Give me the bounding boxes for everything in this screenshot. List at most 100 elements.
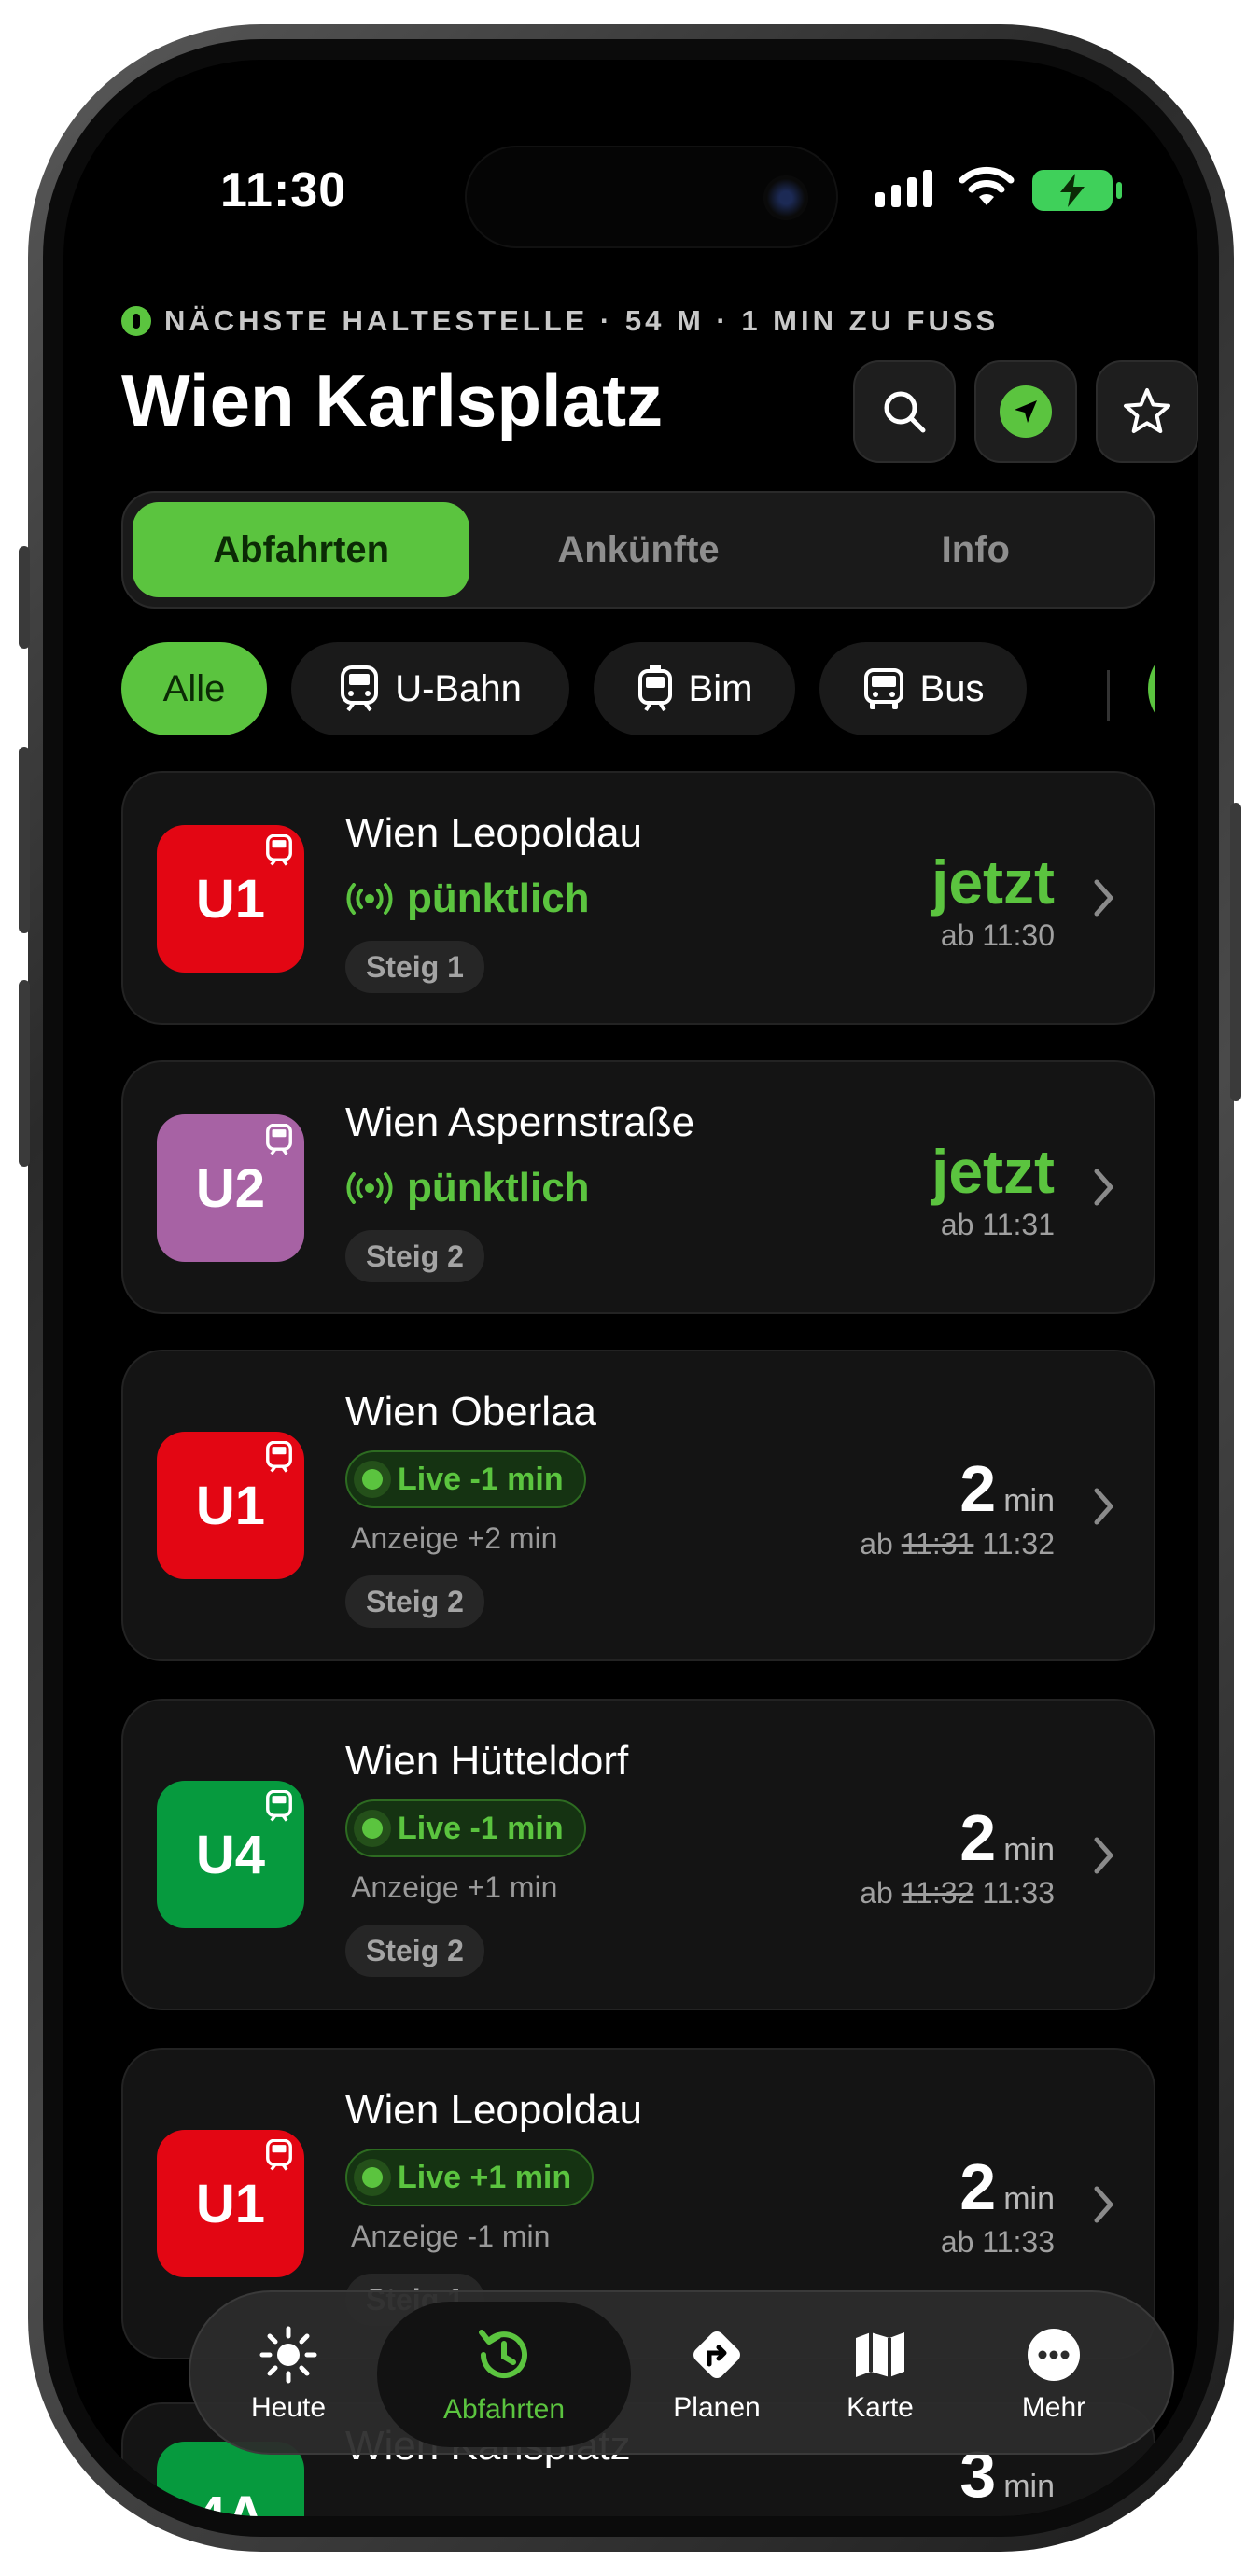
- chip-ubahn[interactable]: U-Bahn: [291, 642, 569, 735]
- destination: Wien Leopoldau: [345, 2087, 643, 2133]
- mode-filter-chips: Alle U-Bahn Bim Bus Al: [121, 642, 1155, 735]
- location-pin-icon: [121, 306, 151, 336]
- live-delay-label: Live -1 min: [398, 1461, 564, 1497]
- line-badge-label: U1: [195, 1475, 266, 1536]
- minutes-value: 2: [959, 1452, 997, 1525]
- tab-heute[interactable]: Heute: [209, 2292, 368, 2457]
- destination: Wien Leopoldau: [345, 810, 643, 856]
- chevron-right-icon: [1094, 1169, 1113, 1206]
- expected-time: 11:32: [982, 1527, 1055, 1561]
- subway-mini-icon: [266, 834, 292, 866]
- tab-abfahrten[interactable]: Abfahrten: [133, 502, 470, 597]
- tab-karte-label: Karte: [847, 2392, 914, 2423]
- dynamic-island: [465, 146, 838, 248]
- view-segmented-control: Abfahrten Ankünfte Info: [121, 491, 1155, 609]
- tab-abfahrten-label: Abfahrten: [442, 2394, 566, 2425]
- departure-row[interactable]: U4 Wien Hütteldorf Live -1 min Anzeige +…: [121, 1699, 1155, 2010]
- live-dot-icon: [362, 2167, 383, 2188]
- chip-al[interactable]: Al: [1148, 642, 1155, 735]
- live-delay-label: Live +1 min: [398, 2159, 572, 2195]
- departure-now: jetzt: [931, 847, 1055, 917]
- ab-prefix: ab: [860, 1876, 893, 1910]
- realtime-status: pünktlich: [345, 1165, 590, 1211]
- live-delay-badge: Live -1 min: [345, 1450, 586, 1508]
- minutes-value: 2: [959, 1801, 997, 1874]
- departure-time: jetzt ab 11:31: [931, 1141, 1055, 1242]
- display-delay: Anzeige +2 min: [351, 1521, 558, 1555]
- line-badge-label: U1: [195, 868, 266, 930]
- chip-bus[interactable]: Bus: [819, 642, 1027, 735]
- departure-row[interactable]: U1 Wien Oberlaa Live -1 min Anzeige +2 m…: [121, 1350, 1155, 1661]
- phone-bezel: 11:30 NÄCHSTE HALTESTELLE · 54 M · 1 MIN…: [43, 39, 1219, 2537]
- action-button: [19, 546, 30, 649]
- favorite-button[interactable]: [1096, 360, 1198, 463]
- realtime-status: pünktlich: [345, 875, 590, 922]
- departure-time: 2 min ab 11:32 11:33: [860, 1805, 1055, 1911]
- departure-clock: ab 11:32 11:33: [860, 1876, 1055, 1911]
- chip-alle[interactable]: Alle: [121, 642, 267, 735]
- wifi-icon: [959, 166, 1015, 205]
- line-badge: U1: [157, 2130, 304, 2277]
- search-button[interactable]: [853, 360, 956, 463]
- tab-karte[interactable]: Karte: [810, 2292, 950, 2457]
- display-delay: Anzeige -1 min: [351, 2219, 551, 2253]
- platform-badge: Steig 2: [345, 1575, 484, 1628]
- line-badge-label: U4: [195, 1824, 266, 1885]
- realtime-status-label: pünktlich: [407, 1165, 590, 1211]
- battery-icon: [1032, 170, 1122, 211]
- cellular-signal-icon: [875, 170, 932, 207]
- departure-now: jetzt: [931, 1137, 1055, 1206]
- chip-ubahn-label: U-Bahn: [395, 667, 522, 709]
- departure-minutes: 2 min: [941, 2154, 1055, 2219]
- navigation-arrow-icon: [1000, 385, 1052, 438]
- tab-planen[interactable]: Planen: [642, 2292, 791, 2457]
- line-badge-label: 4A: [195, 2485, 266, 2517]
- platform-badge: Steig 1: [345, 941, 484, 993]
- chevron-right-icon: [1094, 1488, 1113, 1525]
- live-dot-icon: [362, 1818, 383, 1839]
- departure-row[interactable]: U2 Wien Aspernstraße pünktlich Steig 2 j…: [121, 1060, 1155, 1314]
- bottom-tab-bar: Heute Abfahrten Planen Karte Mehr: [189, 2290, 1174, 2455]
- destination: Wien Oberlaa: [345, 1389, 597, 1435]
- tab-heute-label: Heute: [250, 2392, 327, 2423]
- departure-clock: ab 11:30: [940, 918, 1055, 952]
- side-power-button: [1230, 803, 1241, 1101]
- live-dot-icon: [362, 1469, 383, 1490]
- phone-frame: 11:30 NÄCHSTE HALTESTELLE · 54 M · 1 MIN…: [28, 24, 1234, 2552]
- page-title: Wien Karlsplatz: [121, 359, 664, 441]
- display-delay: Anzeige +1 min: [351, 1870, 558, 1904]
- status-bar: 11:30: [63, 60, 1198, 248]
- locate-button[interactable]: [974, 360, 1077, 463]
- chip-bim[interactable]: Bim: [594, 642, 795, 735]
- line-badge: U1: [157, 825, 304, 973]
- tab-ankuenfte[interactable]: Ankünfte: [469, 502, 806, 597]
- tab-mehr[interactable]: Mehr: [974, 2292, 1133, 2457]
- tab-info[interactable]: Info: [807, 502, 1144, 597]
- live-delay-label: Live -1 min: [398, 1810, 564, 1846]
- more-icon: [1028, 2329, 1080, 2381]
- screen: 11:30 NÄCHSTE HALTESTELLE · 54 M · 1 MIN…: [63, 60, 1198, 2516]
- realtime-signal-icon: [346, 883, 393, 915]
- departure-clock: ab 11:31 11:32: [860, 1527, 1055, 1561]
- line-badge-label: U2: [195, 1157, 266, 1219]
- departure-time: 2 min ab 11:33: [941, 2154, 1055, 2260]
- star-icon: [1124, 388, 1170, 433]
- subway-mini-icon: [266, 1790, 292, 1822]
- sun-icon: [259, 2326, 317, 2384]
- line-badge-label: U1: [195, 2173, 266, 2234]
- volume-up-button: [19, 747, 30, 933]
- chip-bim-label: Bim: [688, 667, 753, 709]
- bus-icon: [863, 668, 903, 709]
- line-badge: U2: [157, 1114, 304, 1262]
- departure-row[interactable]: U1 Wien Leopoldau pünktlich Steig 1 jetz…: [121, 771, 1155, 1025]
- line-badge: U4: [157, 1781, 304, 1928]
- minutes-unit: min: [1003, 2181, 1055, 2217]
- clock-history-icon: [479, 2330, 527, 2379]
- subway-mini-icon: [266, 2139, 292, 2171]
- chevron-right-icon: [1094, 879, 1113, 917]
- tram-icon: [637, 665, 672, 712]
- tab-abfahrten-nav[interactable]: Abfahrten: [377, 2302, 631, 2447]
- minutes-unit: min: [1003, 2469, 1055, 2504]
- departure-minutes: 2 min: [860, 1456, 1055, 1521]
- chip-bus-label: Bus: [919, 667, 985, 709]
